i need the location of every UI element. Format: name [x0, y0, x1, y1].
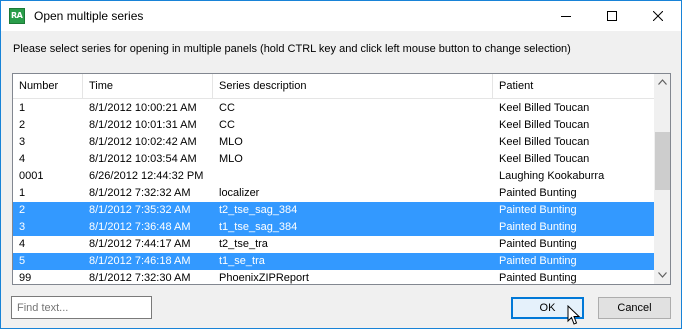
table-row[interactable]: 5 8/1/2012 7:46:18 AM t1_se_tra Painted Bun…	[13, 253, 654, 270]
table-row[interactable]: 0001 6/26/2012 12:44:32 PM Laughing Kookab…	[13, 168, 654, 185]
scroll-down-button[interactable]	[654, 267, 670, 284]
cell-time: 6/26/2012 12:44:32 PM	[89, 170, 204, 182]
cell-patient: Keel Billed Toucan	[499, 136, 590, 148]
cell-number: 4	[19, 238, 26, 250]
table-row[interactable]: 2 8/1/2012 10:01:31 AM CC Keel Billed Touca…	[13, 117, 654, 134]
column-header-description[interactable]: Series description	[213, 74, 493, 99]
cell-number: 0001	[19, 170, 44, 182]
cell-patient: Painted Bunting	[499, 221, 577, 233]
cell-number: 1	[19, 102, 26, 114]
list-header: Number Time Series description Patient	[13, 74, 654, 99]
column-header-patient[interactable]: Patient	[493, 74, 654, 99]
cell-description: CC	[219, 119, 235, 131]
cell-number: 3	[19, 221, 26, 233]
cell-patient: Painted Bunting	[499, 238, 577, 250]
cell-time: 8/1/2012 10:01:31 AM	[89, 119, 197, 131]
cell-description: PhoenixZIPReport	[219, 272, 309, 284]
cell-description: t1_tse_sag_384	[219, 221, 298, 233]
cell-number: 3	[19, 136, 26, 148]
minimize-icon	[561, 16, 571, 17]
mouse-cursor-icon	[567, 305, 581, 325]
cell-time: 8/1/2012 10:00:21 AM	[89, 102, 197, 114]
cell-patient: Painted Bunting	[499, 272, 577, 284]
table-row[interactable]: 2 8/1/2012 7:35:32 AM t2_tse_sag_384 Painte…	[13, 202, 654, 219]
table-row[interactable]: 4 8/1/2012 10:03:54 AM MLO Keel Billed Touc…	[13, 151, 654, 168]
minimize-button[interactable]	[543, 1, 589, 31]
cell-number: 5	[19, 255, 26, 267]
cell-number: 4	[19, 153, 26, 165]
list-rows: 1 8/1/2012 10:00:21 AM CC Keel Billed Touca…	[13, 100, 654, 284]
chevron-up-icon	[658, 79, 667, 85]
table-row[interactable]: 4 8/1/2012 7:44:17 AM t2_tse_tra Painted Bu…	[13, 236, 654, 253]
cell-description: t2_tse_sag_384	[219, 204, 298, 216]
cell-time: 8/1/2012 7:32:32 AM	[89, 187, 191, 199]
table-row[interactable]: 3 8/1/2012 7:36:48 AM t1_tse_sag_384 Painte…	[13, 219, 654, 236]
cell-number: 2	[19, 119, 26, 131]
find-text-input[interactable]	[11, 296, 152, 319]
cell-description: MLO	[219, 136, 243, 148]
column-header-number[interactable]: Number	[13, 74, 83, 99]
scroll-up-button[interactable]	[654, 74, 670, 91]
cell-number: 99	[19, 272, 32, 284]
cell-time: 8/1/2012 7:35:32 AM	[89, 204, 191, 216]
series-list[interactable]: Number Time Series description Patient 1…	[12, 73, 671, 285]
close-button[interactable]	[635, 1, 681, 31]
table-row[interactable]: 3 8/1/2012 10:02:42 AM MLO Keel Billed Touc…	[13, 134, 654, 151]
title-bar[interactable]: RA Open multiple series	[1, 1, 681, 31]
cancel-button[interactable]: Cancel	[598, 297, 671, 319]
maximize-button[interactable]	[589, 1, 635, 31]
cell-description: localizer	[219, 187, 260, 199]
cell-description: t1_se_tra	[219, 255, 265, 267]
cell-patient: Keel Billed Toucan	[499, 153, 590, 165]
cell-patient: Painted Bunting	[499, 204, 577, 216]
cell-patient: Painted Bunting	[499, 187, 577, 199]
cell-description	[213, 168, 493, 185]
cell-time: 8/1/2012 7:32:30 AM	[89, 272, 191, 284]
scroll-thumb[interactable]	[655, 132, 670, 190]
cell-description: MLO	[219, 153, 243, 165]
column-header-time[interactable]: Time	[83, 74, 213, 99]
chevron-down-icon	[658, 272, 667, 278]
ra-app-icon: RA	[9, 8, 25, 24]
close-icon	[653, 11, 663, 21]
window-title: Open multiple series	[34, 9, 144, 23]
cell-description: t2_tse_tra	[219, 238, 268, 250]
cell-description: CC	[219, 102, 235, 114]
cell-time: 8/1/2012 7:46:18 AM	[89, 255, 191, 267]
cell-patient: Laughing Kookaburra	[499, 170, 605, 182]
cell-time: 8/1/2012 10:03:54 AM	[89, 153, 197, 165]
maximize-icon	[607, 11, 617, 21]
instructions-text: Please select series for opening in mult…	[13, 43, 571, 55]
cell-time: 8/1/2012 10:02:42 AM	[89, 136, 197, 148]
cell-time: 8/1/2012 7:44:17 AM	[89, 238, 191, 250]
vertical-scrollbar[interactable]	[654, 74, 670, 284]
cell-time: 8/1/2012 7:36:48 AM	[89, 221, 191, 233]
cell-patient: Keel Billed Toucan	[499, 119, 590, 131]
cell-patient: Painted Bunting	[499, 255, 577, 267]
cell-number: 1	[19, 187, 26, 199]
cell-number: 2	[19, 204, 26, 216]
dialog-window: RA Open multiple series Please select se…	[0, 0, 682, 329]
table-row[interactable]: 1 8/1/2012 7:32:32 AM localizer Painted Bun…	[13, 185, 654, 202]
cell-patient: Keel Billed Toucan	[499, 102, 590, 114]
table-row[interactable]: 99 8/1/2012 7:32:30 AM PhoenixZIPReport Pai…	[13, 270, 654, 284]
table-row[interactable]: 1 8/1/2012 10:00:21 AM CC Keel Billed Touca…	[13, 100, 654, 117]
